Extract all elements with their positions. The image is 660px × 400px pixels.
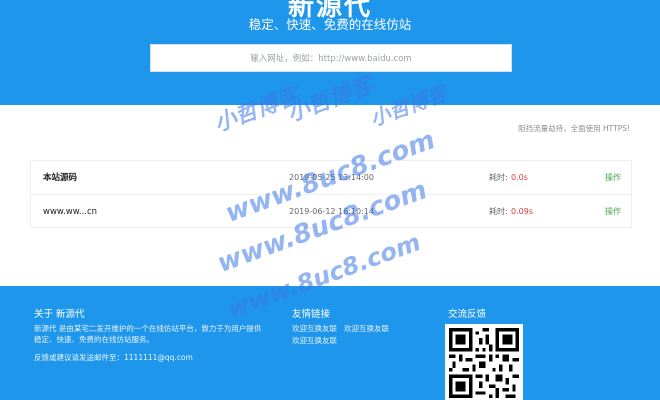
record-date: 2019-05-25 13:14:00 <box>289 173 374 182</box>
about-text-1: 新源代 是由某宅二发开维护的一个在线仿站平台，致力于为用户提供 <box>34 324 262 333</box>
record-date: 2019-06-12 16:10:14 <box>289 207 374 216</box>
action-button[interactable]: 操作 <box>605 195 621 229</box>
friend-link[interactable]: 欢迎互换友联 <box>344 323 389 334</box>
table-row: 本站源码 2019-05-25 13:14:00 耗时: 0.0s 操作 <box>31 161 631 195</box>
links-heading: 友情链接 <box>292 309 331 320</box>
records-table: 本站源码 2019-05-25 13:14:00 耗时: 0.0s 操作 www… <box>30 160 632 228</box>
time-value: 0.0s <box>511 173 528 182</box>
record-name[interactable]: 本站源码 <box>43 161 77 195</box>
record-name[interactable]: www.ww...cn <box>43 195 97 229</box>
friend-link[interactable]: 欢迎互换友联 <box>292 323 337 334</box>
feedback-heading: 交流反馈 <box>448 309 487 320</box>
site-subtitle: 稳定、快速、免费的在线仿站 <box>248 17 412 32</box>
footer: 关于 新源代 新源代 是由某宅二发开维护的一个在线仿站平台，致力于为用户提供 稳… <box>0 286 660 400</box>
qr-code-icon <box>445 324 523 400</box>
about-heading: 关于 新源代 <box>34 309 85 320</box>
friend-link[interactable]: 欢迎互换友联 <box>292 335 337 346</box>
about-text-2: 稳定、快速、免费的在线仿站服务。 <box>34 335 154 344</box>
table-row: www.ww...cn 2019-06-12 16:10:14 耗时: 0.09… <box>31 195 631 229</box>
url-input[interactable]: 输入网址，例如：http://www.baidu.com <box>150 44 512 72</box>
time-label: 耗时: <box>489 173 508 182</box>
https-notice: 阻挡流量劫持，全面使用 HTTPS! <box>518 124 630 133</box>
time-label: 耗时: <box>489 207 508 216</box>
hero-banner: 新源代 稳定、快速、免费的在线仿站 输入网址，例如：http://www.bai… <box>0 0 660 105</box>
action-button[interactable]: 操作 <box>605 161 621 195</box>
time-value: 0.09s <box>511 207 533 216</box>
contact-text: 反馈或建议请发送邮件至：1111111@qq.com <box>34 353 193 362</box>
